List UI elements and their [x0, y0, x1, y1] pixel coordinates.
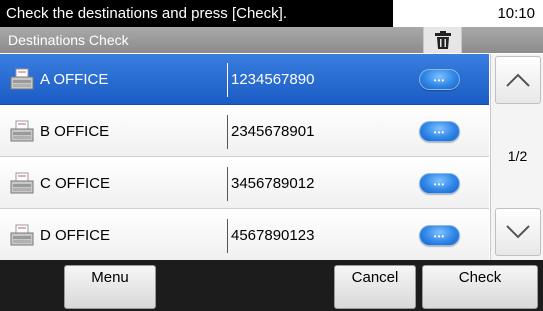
scroll-panel: 1/2 [490, 54, 543, 260]
clock: 10:10 [497, 5, 535, 22]
chevron-up-icon [506, 73, 530, 87]
destination-number: 1234567890 [231, 71, 315, 88]
page-indicator: 1/2 [507, 148, 528, 164]
status-message: Check the destinations and press [Check]… [0, 0, 393, 27]
list-item[interactable]: B OFFICE 2345678901 ••• [0, 106, 489, 157]
detail-button[interactable]: ••• [419, 121, 460, 142]
destination-name: B OFFICE [40, 123, 110, 140]
page-title: Destinations Check [8, 32, 129, 48]
detail-button-icon: ••• [433, 232, 446, 241]
detail-button-icon: ••• [433, 76, 446, 85]
destination-name: A OFFICE [40, 71, 109, 88]
column-divider [227, 167, 228, 201]
chevron-down-icon [506, 225, 530, 239]
destination-number: 4567890123 [231, 227, 315, 244]
detail-button[interactable]: ••• [419, 173, 460, 194]
detail-button-icon: ••• [433, 128, 446, 137]
cancel-button[interactable]: Cancel [334, 265, 416, 309]
fax-machine-icon [10, 224, 34, 246]
column-divider [227, 219, 228, 253]
check-button-label: Check [458, 269, 502, 286]
bottom-toolbar: Menu Cancel Check [0, 260, 543, 311]
delete-button[interactable] [423, 27, 462, 53]
column-divider [227, 63, 228, 97]
detail-button[interactable]: ••• [419, 69, 460, 90]
status-bar: Check the destinations and press [Check]… [0, 0, 543, 27]
menu-button-label: Menu [91, 269, 129, 286]
list-item[interactable]: A OFFICE 1234567890 ••• [0, 54, 489, 105]
detail-button[interactable]: ••• [419, 225, 460, 246]
scroll-up-button[interactable] [495, 56, 541, 104]
menu-button[interactable]: Menu [64, 265, 156, 309]
fax-machine-icon [10, 172, 34, 194]
cancel-button-label: Cancel [351, 269, 399, 286]
destination-name: D OFFICE [40, 227, 110, 244]
destination-list: A OFFICE 1234567890 ••• B OFFICE 2345678… [0, 54, 489, 261]
fax-machine-icon [10, 120, 34, 142]
column-divider [227, 115, 228, 149]
destination-number: 2345678901 [231, 123, 315, 140]
trash-icon [434, 31, 451, 49]
scroll-down-button[interactable] [495, 208, 541, 256]
destination-number: 3456789012 [231, 175, 315, 192]
fax-machine-icon [10, 68, 34, 90]
destination-name: C OFFICE [40, 175, 110, 192]
list-item[interactable]: D OFFICE 4567890123 ••• [0, 210, 489, 261]
detail-button-icon: ••• [433, 180, 446, 189]
check-button[interactable]: Check [422, 265, 538, 309]
list-item[interactable]: C OFFICE 3456789012 ••• [0, 158, 489, 209]
